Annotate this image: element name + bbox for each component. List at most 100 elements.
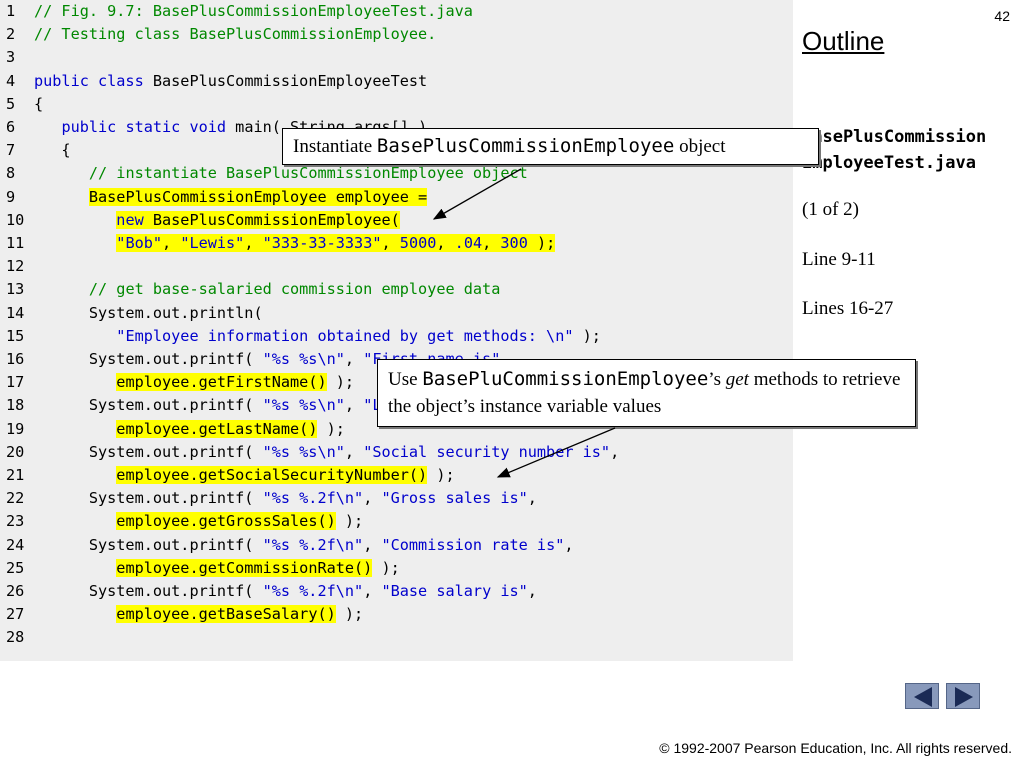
code-token: employee.getLastName() [116,419,318,438]
callout-1-class-name: BasePlusCommissionEmployee [376,135,675,157]
code-token: BasePlusCommissionEmployeeTest [143,71,428,90]
next-slide-button[interactable] [946,683,980,709]
code-text: "Employee information obtained by get me… [34,325,601,348]
code-token: public class [34,71,144,90]
code-text: BasePlusCommissionEmployee employee = [34,186,428,209]
code-token: "Lewis" [180,234,245,252]
code-token: ); [427,466,455,484]
code-token: , [527,582,537,600]
code-token: , [363,489,382,508]
code-line: 27 employee.getBaseSalary() ); [0,603,793,626]
code-line: 21 employee.getSocialSecurityNumber() ); [0,464,793,487]
callout-get-methods: Use BasePluCommissionEmployee’s get meth… [377,359,916,427]
code-line: 25 employee.getCommissionRate() ); [0,557,793,580]
code-line: 24 System.out.printf( "%s %.2f\n", "Comm… [0,534,793,557]
line-number: 22 [6,489,25,508]
code-token: employee.getCommissionRate() [116,558,373,577]
line-number: 20 [6,442,25,461]
code-token: , [564,535,574,554]
code-token: , [363,582,382,600]
line-number: 14 [6,303,25,322]
code-line: 1 // Fig. 9.7: BasePlusCommissionEmployee… [0,0,793,23]
code-token: , [610,442,620,461]
code-token: "%s %.2f\n" [262,535,364,554]
code-token: public static void [61,118,227,136]
code-token: , [527,489,537,508]
line-number: 27 [6,605,25,624]
code-token: new [116,210,144,229]
line-number: 10 [6,210,25,229]
code-token: "333-33-3333" [262,234,382,252]
line-number: 21 [6,466,25,484]
code-text: employee.getLastName() ); [34,418,345,441]
copyright-notice: © 1992-2007 Pearson Education, Inc. All … [659,740,1012,756]
line-number: 2 [6,25,16,44]
code-token: BasePlusCommissionEmployee employee = [88,187,428,206]
line-number: 17 [6,373,25,392]
code-token: // instantiate BasePlusCommissionEmploye… [88,164,528,183]
line-number: 28 [6,628,25,647]
code-token: "Gross sales is" [381,489,528,508]
code-token: "%s %.2f\n" [262,489,364,508]
callout-2-emphasis: get [725,369,749,390]
code-text: System.out.println( [34,302,263,325]
line-number: 1 [6,2,16,20]
code-token: "%s %s\n" [262,350,345,368]
code-token: , [436,234,455,252]
code-token: "Commission rate is" [381,535,565,554]
code-text: public class BasePlusCommissionEmployeeT… [34,70,427,93]
outline-heading[interactable]: Outline [802,26,884,57]
code-token: "%s %s\n" [262,442,345,461]
callout-1-text-pre: Instantiate [293,136,377,157]
code-token: // Testing class BasePlusCommissionEmplo… [34,25,437,44]
code-text: { [34,139,71,162]
code-line: 12 [0,255,793,278]
code-line: 2 // Testing class BasePlusCommissionEmpl… [0,23,793,46]
code-token: , [381,234,400,252]
code-token: , [344,442,364,461]
code-text: employee.getGrossSales() ); [34,510,363,533]
code-token: System.out.printf( [34,396,263,415]
left-triangle-icon [914,687,932,707]
code-token: // get base-salaried commission employee… [88,280,501,299]
code-token: "Employee information obtained by get me… [116,326,574,345]
code-text: System.out.printf( "%s %.2f\n", "Commiss… [34,534,574,557]
code-token: , [363,535,382,554]
code-text: employee.getSocialSecurityNumber() ); [34,464,455,487]
code-text: // get base-salaried commission employee… [34,278,500,301]
code-line: 14 System.out.println( [0,302,793,325]
code-text: // Fig. 9.7: BasePlusCommissionEmployeeT… [34,0,473,23]
line-reference-2: Lines 16-27 [802,298,894,319]
line-number: 12 [6,257,25,276]
previous-slide-button[interactable] [905,683,939,709]
code-text: { [34,93,43,116]
right-triangle-icon [955,687,973,707]
code-token: System.out.printf( [34,489,263,508]
code-text: System.out.printf( "%s %.2f\n", "Gross s… [34,487,537,510]
line-number: 11 [6,234,25,252]
code-token: { [34,141,71,160]
line-number: 25 [6,558,25,577]
line-number: 4 [6,71,16,90]
line-number: 3 [6,48,16,67]
line-number: 16 [6,350,25,368]
code-text: // instantiate BasePlusCommissionEmploye… [34,162,528,185]
code-line: 23 employee.getGrossSales() ); [0,510,793,533]
code-token: employee.getBaseSalary() [116,605,336,624]
code-line: 11 "Bob", "Lewis", "333-33-3333", 5000, … [0,232,793,255]
callout-2-class-name: BasePluCommissionEmployee [422,368,709,390]
code-token: System.out.printf( [34,350,263,368]
code-token: employee.getFirstName() [116,373,327,392]
code-token: ); [573,326,601,345]
code-text: new BasePlusCommissionEmployee( [34,209,400,232]
code-line: 10 new BasePlusCommissionEmployee( [0,209,793,232]
code-token: System.out.printf( [34,535,263,554]
callout-instantiate: Instantiate BasePlusCommissionEmployee o… [282,128,819,165]
